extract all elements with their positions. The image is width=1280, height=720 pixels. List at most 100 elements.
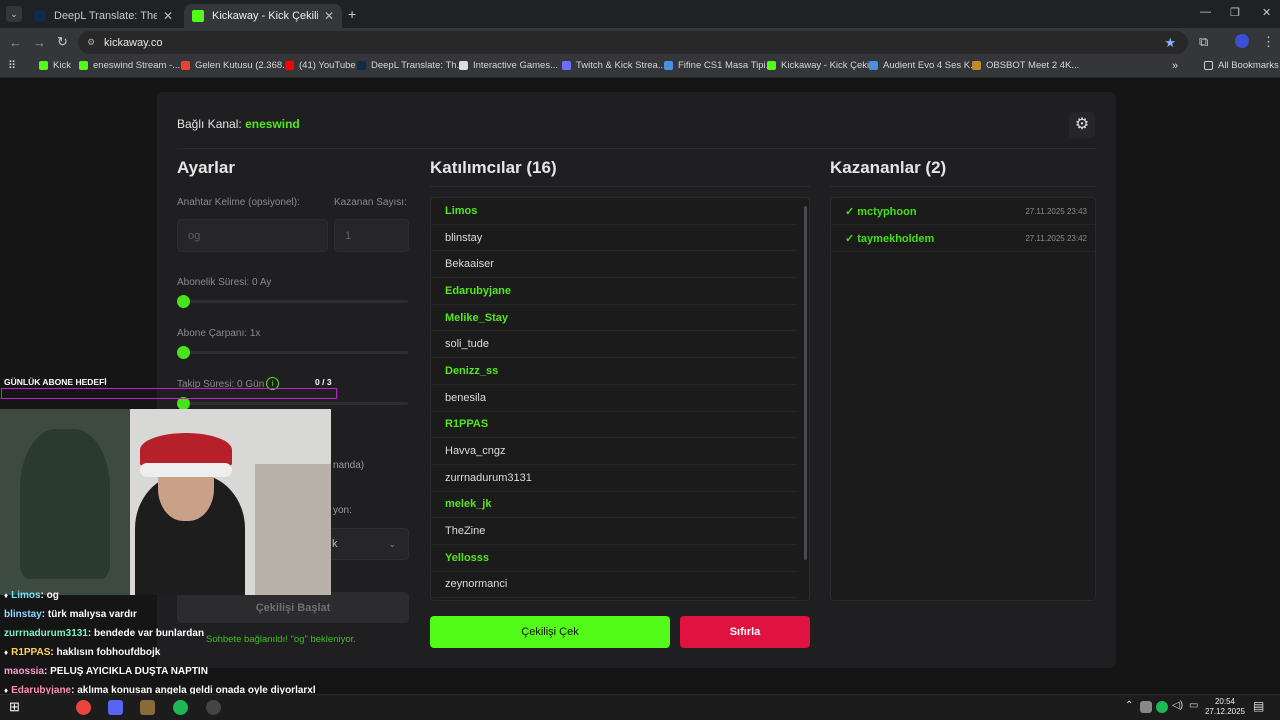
winner-time: 27.11.2025 23:43 (1025, 206, 1087, 216)
participant-name: soli_tude (445, 338, 490, 351)
follow-duration-slider[interactable] (177, 397, 408, 410)
winner-count-input[interactable]: 1 (334, 219, 409, 252)
tab-search-icon[interactable]: ⌄ (6, 6, 22, 22)
goal-current: 0 (315, 377, 320, 387)
tab-kickaway[interactable]: Kickaway - Kick Çekiliş Aracı ✕ (184, 4, 342, 28)
menu-icon[interactable]: ⋮ (1262, 34, 1275, 50)
close-window-button[interactable]: ✕ (1262, 6, 1271, 19)
app-icon[interactable] (140, 700, 155, 715)
bookmark-kickaway[interactable]: Kickaway - Kick Çeki... (767, 60, 877, 71)
reset-button[interactable]: Sıfırla (680, 616, 810, 648)
chat-line: ♦ R1PPAS : haklısın fobhoufdbojk (0, 643, 395, 662)
webcam-bed (255, 464, 331, 595)
winner-row: ✓ taymekholdem 27.11.2025 23:42 (831, 225, 1095, 252)
divider (177, 148, 1097, 149)
back-icon[interactable]: ← (9, 35, 22, 50)
divider (830, 186, 1096, 187)
bookmark-interactive-games[interactable]: Interactive Games... (459, 60, 558, 71)
discord-icon[interactable] (108, 700, 123, 715)
participants-title: Katılımcılar (16) (430, 158, 557, 177)
webcam-feed (0, 409, 331, 595)
settings-gear-icon[interactable]: ⚙ (1069, 112, 1095, 138)
chat-user: Limos (11, 590, 41, 601)
site-info-icon[interactable]: ⚙ (87, 37, 95, 48)
channel-label: Bağlı Kanal: (177, 117, 242, 131)
participant-row: blinstay (431, 225, 797, 252)
connected-channel: Bağlı Kanal: eneswind (177, 117, 300, 131)
participant-row: Melike_Stay (431, 305, 797, 332)
chat-msg: : türk malıysa vardır (41, 609, 137, 620)
participant-row: Yellosss (431, 545, 797, 572)
channel-name: eneswind (245, 117, 300, 131)
amazon-icon (972, 61, 981, 70)
more-bookmarks-icon[interactable]: » (1172, 60, 1178, 72)
bookmark-audient[interactable]: Audient Evo 4 Ses K... (869, 60, 978, 71)
extensions-icon[interactable]: ⧉ (1199, 34, 1208, 50)
windows-start-icon[interactable]: ⊞ (9, 699, 20, 715)
participants-list[interactable]: Limos blinstay Bekaaiser Edarubyjane Melike_… (430, 197, 810, 601)
goal-count: 0 / 3 (315, 377, 332, 387)
profile-avatar[interactable] (1235, 34, 1249, 48)
bookmark-fifine[interactable]: Fifine CS1 Masa Tipi... (664, 60, 774, 71)
tab-deepl[interactable]: DeepL Translate: The world's m ✕ (26, 4, 181, 28)
scrollbar[interactable] (804, 206, 807, 560)
url-field[interactable]: ⚙ kickaway.co ★ (78, 31, 1188, 54)
obs-icon[interactable] (206, 700, 221, 715)
forward-icon[interactable]: → (33, 35, 46, 50)
tray-chevron-icon[interactable]: ⌃ (1125, 700, 1133, 711)
bookmark-deepl[interactable]: DeepL Translate: Th... (357, 60, 464, 71)
tab-close-icon[interactable]: ✕ (324, 9, 334, 23)
spotify-icon[interactable] (173, 700, 188, 715)
participant-name: Denizz_ss (445, 364, 499, 377)
winner-time: 27.11.2025 23:42 (1025, 233, 1087, 243)
goal-progress-bar (1, 388, 337, 399)
new-tab-button[interactable]: + (348, 6, 356, 22)
participant-name: Limos (445, 204, 478, 217)
tab-title: Kickaway - Kick Çekiliş Aracı (212, 10, 318, 22)
all-bookmarks[interactable]: All Bookmarks (1204, 60, 1279, 71)
bookmark-obsbot[interactable]: OBSBOT Meet 2 4K... (972, 60, 1079, 71)
slider-thumb[interactable] (177, 295, 190, 308)
clock[interactable]: 20:54 27.12.2025 (1203, 697, 1247, 717)
participant-row: Havva_cngz (431, 438, 797, 465)
reload-icon[interactable]: ↻ (57, 34, 68, 50)
minimize-button[interactable]: — (1200, 6, 1211, 18)
participant-row: zeynormanci (431, 572, 797, 599)
apps-icon[interactable]: ⠿ (8, 59, 16, 72)
tray-spotify-icon[interactable] (1156, 701, 1168, 713)
slider-thumb[interactable] (177, 346, 190, 359)
bookmark-twitch-kick[interactable]: Twitch & Kick Strea... (562, 60, 666, 71)
partial-label: yon: (333, 505, 352, 516)
chat-msg: : og (40, 590, 59, 601)
keyword-input[interactable]: og (177, 219, 328, 252)
chrome-icon[interactable] (76, 700, 91, 715)
network-icon[interactable]: ▭ (1189, 700, 1198, 711)
bookmark-gmail[interactable]: Gelen Kutusu (2.368... (181, 60, 290, 71)
sub-duration-slider[interactable] (177, 295, 408, 308)
draw-button[interactable]: Çekilişi Çek (430, 616, 670, 648)
clock-date: 27.12.2025 (1204, 707, 1246, 716)
notifications-icon[interactable]: ▤ (1253, 699, 1264, 713)
cp-icon (562, 61, 571, 70)
participant-name: Yellosss (445, 551, 490, 564)
tab-close-icon[interactable]: ✕ (163, 9, 173, 23)
kick-icon (39, 61, 48, 70)
participant-row: Denizz_ss (431, 358, 797, 385)
bookmark-eneswind[interactable]: eneswind Stream -... (79, 60, 180, 71)
participant-name: zeynormanci (445, 578, 508, 591)
restore-button[interactable]: ❐ (1230, 6, 1240, 19)
bookmark-star-icon[interactable]: ★ (1164, 35, 1176, 51)
bookmarks-bar: ⠿ Kick eneswind Stream -... Gelen Kutusu… (0, 56, 1280, 78)
chat-user: R1PPAS (11, 647, 51, 658)
participant-row: Bekaaiser (431, 251, 797, 279)
folder-icon (1204, 61, 1213, 70)
participant-name: melek_jk (445, 498, 492, 511)
bookmark-kick[interactable]: Kick (39, 60, 71, 71)
bookmark-youtube[interactable]: (41) YouTube (285, 60, 356, 71)
participant-row: soli_tude (431, 331, 797, 359)
sub-multiplier-slider[interactable] (177, 346, 408, 359)
tray-app-icon[interactable] (1140, 701, 1152, 713)
chat-line: zurrnadurum3131 : bendede var bunlardan (0, 624, 395, 643)
chat-msg: : PELUŞ AYICIKLA DUŞTA NAPTIN (44, 666, 208, 677)
volume-icon[interactable]: ◁) (1172, 700, 1183, 711)
